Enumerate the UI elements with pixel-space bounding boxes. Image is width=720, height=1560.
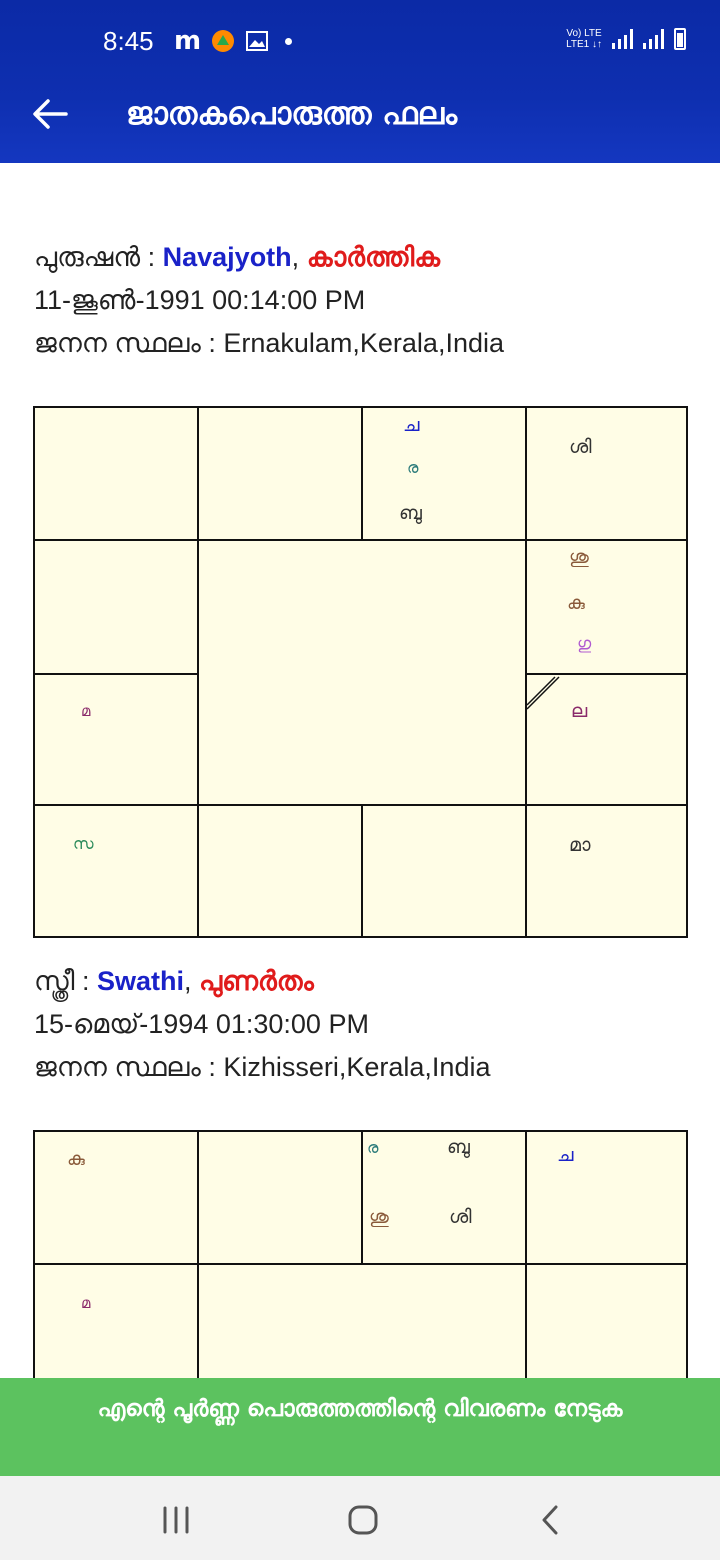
back-arrow-icon[interactable] (28, 92, 72, 136)
female-birthplace-line: ജനന സ്ഥലം : Kizhisseri,Kerala,India (34, 1046, 490, 1089)
signal-2-icon (643, 29, 664, 49)
female-horoscope-chart: കു ര ബു ശു ശി ച മ (33, 1130, 688, 1422)
signal-1-icon (612, 29, 633, 49)
chart-cell-text: ശി (569, 436, 592, 458)
female-name: Swathi (96, 966, 184, 996)
male-label: പുരുഷൻ : (34, 242, 163, 272)
male-birthplace: Ernakulam,Kerala,India (223, 328, 504, 358)
chart-cell-text: മാ (569, 834, 591, 856)
chart-cell-text: കു (567, 592, 585, 614)
female-details: സ്ത്രീ : Swathi, പുണർതം 15-മെയ്-1994 01:… (34, 960, 490, 1089)
female-birthplace-label: ജനന സ്ഥലം : (34, 1052, 224, 1082)
chart-cell-text: ബു (447, 1136, 470, 1158)
dot-icon (285, 37, 293, 45)
chart-cell-text: ച (403, 414, 420, 436)
m-icon: m (174, 26, 202, 56)
male-horoscope-chart: ച ര ബു ശി ശു കു ഗു മ ല സ മാ (33, 406, 688, 938)
page-title: ജാതകപൊരുത്ത ഫലം (126, 96, 458, 132)
gallery-icon (246, 31, 269, 51)
male-separator: , (291, 242, 307, 272)
battery-icon (674, 28, 686, 50)
male-birthplace-label: ജനന സ്ഥലം : (34, 328, 224, 358)
male-star: കാർത്തിക (306, 242, 440, 272)
network-label-bottom: LTE1 ↓↑ (566, 39, 602, 50)
chart-cell-text: മ (81, 1294, 91, 1312)
chart-cell-text: ശു (569, 546, 589, 568)
screen: 8:45 m Vo) LTE LTE1 ↓↑ ജാതകപൊരുത്ത ഫലം പ… (0, 0, 720, 1560)
female-label: സ്ത്രീ : (34, 966, 97, 996)
chart-cell-text: സ (73, 834, 94, 853)
chart-cell-text: കു (67, 1148, 85, 1170)
network-indicator: Vo) LTE LTE1 ↓↑ (566, 28, 602, 50)
full-report-button[interactable]: എന്റെ പൂർണ്ണ പൊരുത്തത്തിന്റെ വിവരണം നേടു… (0, 1378, 720, 1476)
home-icon[interactable] (332, 1498, 392, 1542)
chart-cell-text: ച (557, 1144, 574, 1166)
back-icon[interactable] (520, 1498, 580, 1542)
chart-cell-text: ല (571, 700, 588, 722)
male-datetime: 11-ജൂൺ-1991 00:14:00 PM (34, 285, 366, 315)
system-nav-bar (0, 1476, 720, 1560)
male-name: Navajyoth (162, 242, 292, 272)
female-separator: , (184, 966, 200, 996)
network-label-top: Vo) LTE (566, 28, 602, 39)
status-right: Vo) LTE LTE1 ↓↑ (566, 28, 686, 50)
chart-cell-text: മ (81, 702, 91, 720)
app-icon (212, 30, 235, 52)
chart-cell-text: ഗു (577, 634, 592, 654)
recent-apps-icon[interactable] (146, 1498, 206, 1542)
chart-cell-text: ര (367, 1138, 379, 1157)
female-star: പുണർതം (199, 966, 314, 996)
lagna-marker-icon (526, 676, 560, 710)
chart-cell-text: ശി (449, 1206, 472, 1228)
male-details: പുരുഷൻ : Navajyoth, കാർത്തിക 11-ജൂൺ-1991… (34, 236, 504, 365)
chart-cell-text: ബു (399, 502, 422, 524)
female-datetime: 15-മെയ്-1994 01:30:00 PM (34, 1009, 369, 1039)
female-birthplace: Kizhisseri,Kerala,India (223, 1052, 491, 1082)
status-time: 8:45 (103, 26, 154, 56)
male-birthplace-line: ജനന സ്ഥലം : Ernakulam,Kerala,India (34, 322, 504, 365)
status-bar: 8:45 m Vo) LTE LTE1 ↓↑ (0, 0, 720, 80)
app-bar: 8:45 m Vo) LTE LTE1 ↓↑ ജാതകപൊരുത്ത ഫലം (0, 0, 720, 163)
male-name-line: പുരുഷൻ : Navajyoth, കാർത്തിക (34, 236, 504, 279)
chart-cell-text: ര (407, 458, 419, 477)
female-name-line: സ്ത്രീ : Swathi, പുണർതം (34, 960, 490, 1003)
chart-cell-text: ശു (369, 1206, 389, 1228)
status-left-icons: m (174, 26, 293, 56)
